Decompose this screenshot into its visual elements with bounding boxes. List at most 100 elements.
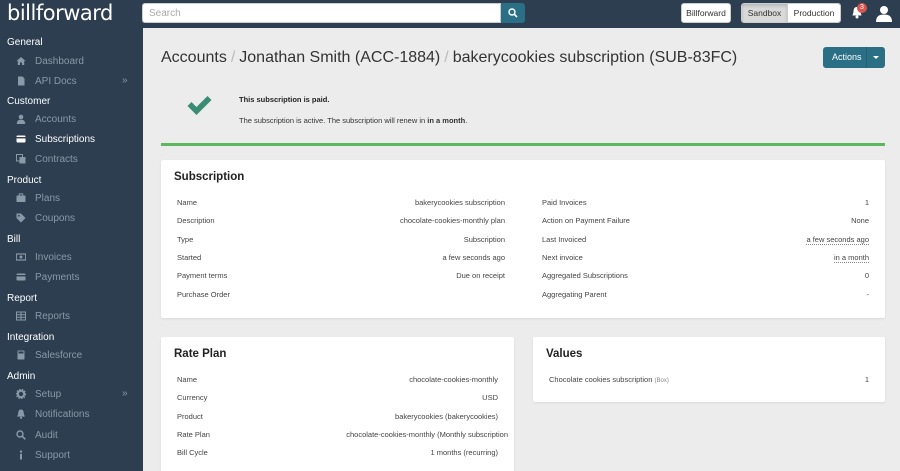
sidebar-item-payments[interactable]: Payments <box>0 268 143 286</box>
field-label: Paid Invoices <box>542 198 587 207</box>
field-value: chocolate-cookies-monthly <box>409 375 498 384</box>
field-label: Name <box>177 198 198 207</box>
user-avatar-icon[interactable] <box>875 5 893 22</box>
checkmark-icon <box>187 96 212 115</box>
field-value-timestamp[interactable]: a few seconds ago <box>806 235 869 245</box>
sidebar-item-label: Payments <box>35 272 80 283</box>
breadcrumb-account-link[interactable]: Jonathan Smith (ACC-1884) <box>239 49 440 66</box>
field-value: chocolate-cookies-monthly (Monthly subsc… <box>346 430 508 439</box>
table-icon <box>16 311 26 321</box>
subscription-status-text: The subscription is active. The subscrip… <box>239 116 467 125</box>
field-label: Last Invoiced <box>542 235 587 244</box>
panel-title: Rate Plan <box>174 348 227 360</box>
sidebar-item-contracts[interactable]: Contracts <box>0 150 143 168</box>
status-divider <box>161 143 885 146</box>
sidebar-item-label: Reports <box>35 311 71 322</box>
double-chevron-right-icon: » <box>122 388 128 399</box>
home-icon <box>16 57 26 65</box>
field-label: Next invoice <box>542 253 583 262</box>
sidebar-section-product: Product <box>7 175 42 186</box>
sidebar-section-admin: Admin <box>7 371 36 382</box>
values-panel: Values Chocolate cookies subscription (B… <box>533 337 885 402</box>
sidebar-item-api-docs[interactable]: API Docs » <box>0 72 143 90</box>
sidebar: General Dashboard API Docs » Customer Ac… <box>0 28 143 471</box>
user-icon <box>16 114 26 124</box>
sidebar-item-label: Support <box>35 450 71 461</box>
sidebar-item-salesforce[interactable]: Salesforce <box>0 346 143 364</box>
sidebar-item-reports[interactable]: Reports <box>0 307 143 325</box>
caret-down-icon <box>873 56 879 59</box>
breadcrumb-separator: / <box>230 49 236 66</box>
search-input[interactable]: Search <box>142 3 501 23</box>
field-value: 1 months (recurring) <box>430 448 498 457</box>
breadcrumb-accounts-link[interactable]: Accounts <box>161 49 227 66</box>
briefcase-icon <box>16 193 26 202</box>
field-value: chocolate-cookies-monthly plan <box>399 216 505 225</box>
sidebar-item-plans[interactable]: Plans <box>0 189 143 207</box>
sandbox-button[interactable]: Sandbox <box>742 4 788 22</box>
calculator-icon <box>17 350 25 360</box>
sidebar-item-dashboard[interactable]: Dashboard <box>0 52 143 70</box>
breadcrumb: Accounts / Jonathan Smith (ACC-1884) / baker… <box>161 49 737 67</box>
double-chevron-right-icon: » <box>122 75 128 86</box>
field-label: Currency <box>177 393 208 402</box>
field-label: Chocolate cookies subscription (Box) <box>549 375 669 384</box>
sidebar-item-label: Plans <box>35 193 61 204</box>
billforward-logo[interactable]: billforward <box>7 1 113 25</box>
money-icon <box>16 253 26 261</box>
status-text-renewal: in a month <box>427 116 466 125</box>
sidebar-item-accounts[interactable]: Accounts <box>0 110 143 128</box>
button-divider <box>866 47 867 68</box>
field-label: Purchase Order <box>177 290 230 299</box>
gear-icon <box>16 389 26 399</box>
sidebar-item-audit[interactable]: Audit <box>0 426 143 444</box>
field-value: a few seconds ago <box>442 253 505 262</box>
field-value: 1 <box>864 198 869 207</box>
panel-title: Values <box>546 348 583 360</box>
field-value: Subscription <box>463 235 505 244</box>
sidebar-item-invoices[interactable]: Invoices <box>0 248 143 266</box>
copy-icon <box>16 154 26 164</box>
payment-status-title: This subscription is paid. <box>239 95 330 104</box>
search-button[interactable] <box>501 3 525 23</box>
sidebar-item-label: Contracts <box>35 154 78 165</box>
environment-toggle: Sandbox Production <box>741 3 841 23</box>
sidebar-section-general: General <box>7 37 43 48</box>
field-value: bakerycookies (bakerycookies) <box>395 412 498 421</box>
payment-card-icon <box>16 273 26 281</box>
field-value: - <box>866 290 870 299</box>
value-item-unit: (Box) <box>654 378 669 384</box>
sidebar-item-label: Invoices <box>35 252 72 263</box>
field-label: Type <box>177 235 194 244</box>
sidebar-section-report: Report <box>7 293 38 304</box>
sidebar-item-support[interactable]: Support <box>0 446 143 464</box>
sidebar-item-label: Notifications <box>35 409 90 420</box>
sidebar-item-coupons[interactable]: Coupons <box>0 209 143 227</box>
sidebar-section-integration: Integration <box>7 332 55 343</box>
production-button[interactable]: Production <box>788 4 840 22</box>
organization-button[interactable]: Billforward <box>681 3 731 23</box>
search-icon <box>508 8 518 18</box>
sidebar-item-label: Coupons <box>35 213 76 224</box>
sidebar-item-label: Setup <box>35 389 62 400</box>
field-value: 1 <box>864 375 869 384</box>
sidebar-item-notifications[interactable]: Notifications <box>0 405 143 423</box>
sidebar-item-label: Accounts <box>35 114 77 125</box>
sidebar-item-label: Subscriptions <box>35 134 96 145</box>
actions-dropdown-button[interactable]: Actions <box>823 47 885 68</box>
sidebar-item-label: Dashboard <box>35 56 84 67</box>
sidebar-item-label: API Docs <box>35 76 77 87</box>
field-value: USD <box>482 393 498 402</box>
top-navbar: billforward Search Billforward Sandbox P… <box>0 0 900 28</box>
field-value: None <box>851 216 869 225</box>
field-label: Action on Payment Failure <box>542 216 630 225</box>
field-value-timestamp[interactable]: in a month <box>833 253 869 263</box>
sidebar-item-label: Salesforce <box>35 350 83 361</box>
panel-title: Subscription <box>174 171 245 183</box>
sidebar-item-subscriptions[interactable]: Subscriptions <box>0 130 143 148</box>
sidebar-item-setup[interactable]: Setup » <box>0 385 143 403</box>
notification-count-badge: 3 <box>857 3 867 13</box>
field-value: 0 <box>864 271 869 280</box>
tag-icon <box>16 213 26 223</box>
field-label: Product <box>177 412 203 421</box>
